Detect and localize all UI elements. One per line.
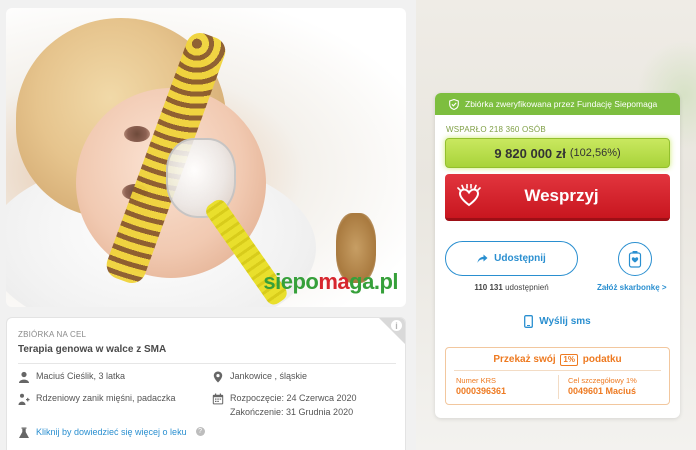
shares-count: 110 131 udostępnień <box>474 283 549 292</box>
medical-icon <box>18 393 30 405</box>
divider <box>18 363 396 364</box>
sms-label: Wyślij sms <box>539 316 591 327</box>
share-button[interactable]: Udostępnij <box>445 241 578 276</box>
calendar-icon <box>212 393 224 405</box>
piggy-bank-icon[interactable] <box>618 242 652 276</box>
amount-raised: 9 820 000 zł (102,56%) <box>445 138 670 168</box>
shield-check-icon <box>449 98 459 110</box>
krs-number: Numer KRS 0000396361 <box>456 376 507 396</box>
tax-goal: Cel szczegółowy 1% 0049601 Maciuś <box>568 376 637 396</box>
support-button[interactable]: Wesprzyj <box>445 174 670 221</box>
favorite-button[interactable] <box>374 14 398 38</box>
location-text: Jankowice , śląskie <box>230 371 308 381</box>
location-pin-icon <box>212 371 224 383</box>
verified-banner: Zbiórka zweryfikowana przez Fundację Sie… <box>435 93 680 115</box>
share-arrow-icon <box>477 254 488 263</box>
beneficiary-name: Maciuś Cieślik, 3 latka <box>36 371 126 381</box>
donation-panel: Zbiórka zweryfikowana przez Fundację Sie… <box>435 93 680 418</box>
person-icon <box>18 371 30 383</box>
amount-percent: (102,56%) <box>569 147 621 159</box>
verified-text: Zbiórka zweryfikowana przez Fundację Sie… <box>465 99 658 109</box>
drug-info-link[interactable]: Kliknij by dowiedzieć się więcej o leku <box>36 427 187 437</box>
campaign-label: ZBIÓRKA NA CEL <box>18 330 87 339</box>
create-piggy-bank-link[interactable]: Załóż skarbonkę > <box>597 283 667 292</box>
start-date: Rozpoczęcie: 24 Czerwca 2020 <box>230 393 357 403</box>
star-icon <box>376 16 396 35</box>
campaign-photo[interactable]: siepomaga.pl <box>6 8 406 307</box>
heart-hand-icon <box>445 174 493 218</box>
diagnosis-text: Rdzeniowy zanik mięśni, padaczka <box>36 393 176 403</box>
campaign-title: Terapia genowa w walce z SMA <box>18 344 167 355</box>
help-icon[interactable]: ? <box>195 427 205 436</box>
drug-info-row: Kliknij by dowiedzieć się więcej o leku … <box>18 427 205 439</box>
campaign-info-card: i ZBIÓRKA NA CEL Terapia genowa w walce … <box>6 317 406 450</box>
end-date: Zakończenie: 31 Grudnia 2020 <box>230 407 354 417</box>
diagnosis-row: Rdzeniowy zanik mięśni, padaczka <box>18 393 176 405</box>
beneficiary-row: Maciuś Cieślik, 3 latka <box>18 371 125 383</box>
tax-title: Przekaż swój 1% podatku <box>493 354 622 366</box>
tax-goal-value: 0049601 Maciuś <box>568 386 637 396</box>
tax-1-percent-box[interactable]: Przekaż swój 1% podatku Numer KRS 000039… <box>445 347 670 405</box>
flask-icon <box>18 427 30 439</box>
share-label: Udostępnij <box>494 253 546 264</box>
krs-value: 0000396361 <box>456 386 507 396</box>
send-sms-link[interactable]: Wyślij sms <box>435 315 680 328</box>
support-label: Wesprzyj <box>524 186 599 205</box>
info-icon[interactable]: i <box>391 320 402 331</box>
amount-value: 9 820 000 zł <box>494 145 566 161</box>
location-row: Jankowice , śląskie <box>212 371 307 383</box>
siepomaga-logo: siepomaga.pl <box>263 269 398 294</box>
dates-row: Rozpoczęcie: 24 Czerwca 2020 Zakończenie… <box>212 393 357 417</box>
one-percent-badge: 1% <box>560 354 578 366</box>
phone-icon <box>524 315 534 328</box>
donors-count: WSPARŁO 218 360 OSÓB <box>446 125 546 134</box>
